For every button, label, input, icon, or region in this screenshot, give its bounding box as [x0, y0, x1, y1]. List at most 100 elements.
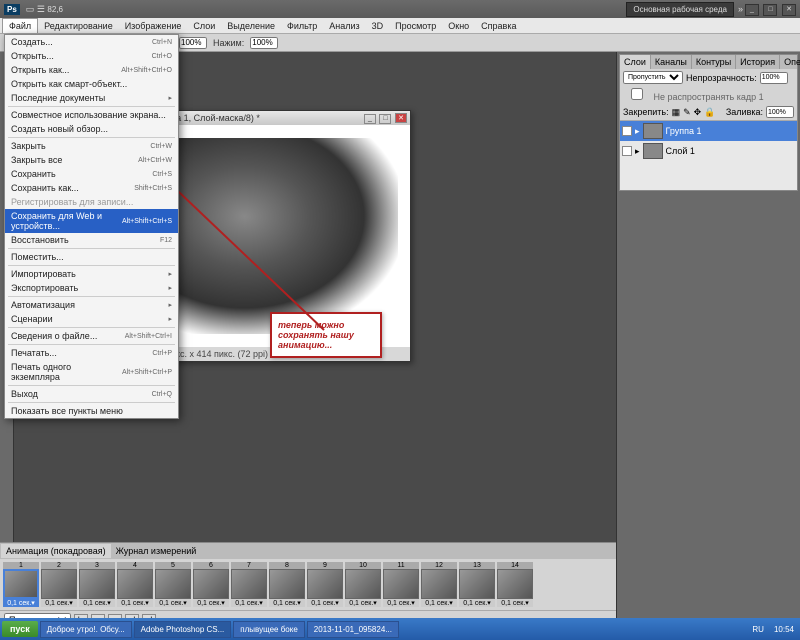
lock-label: Закрепить:: [623, 107, 669, 117]
layer-list[interactable]: ▸ Группа 1 ▸ Слой 1: [620, 120, 797, 190]
menu-Файл[interactable]: Файл: [2, 18, 38, 33]
close-button[interactable]: ✕: [782, 4, 796, 16]
lock-icon[interactable]: ▦: [672, 107, 681, 118]
anim-frame[interactable]: 140,1 сек.▾: [497, 562, 533, 607]
doc-minimize[interactable]: _: [364, 114, 376, 124]
menu-Редактирование[interactable]: Редактирование: [38, 19, 119, 33]
menu-item[interactable]: ВосстановитьF12: [5, 233, 178, 247]
zoom-value[interactable]: 82,6: [47, 5, 63, 14]
layer-row[interactable]: ▸ Слой 1: [620, 141, 797, 161]
lock-icon[interactable]: ✥: [694, 107, 702, 118]
anim-tab-frames[interactable]: Анимация (покадровая): [1, 544, 111, 558]
menu-item[interactable]: Показать все пункты меню: [5, 404, 178, 418]
menu-Анализ[interactable]: Анализ: [323, 19, 365, 33]
anim-frame[interactable]: 100,1 сек.▾: [345, 562, 381, 607]
menu-Фильтр[interactable]: Фильтр: [281, 19, 323, 33]
clock[interactable]: 10:54: [770, 625, 798, 634]
menu-Окно[interactable]: Окно: [442, 19, 475, 33]
menu-item[interactable]: Совместное использование экрана...: [5, 108, 178, 122]
anim-tabs[interactable]: Анимация (покадровая) Журнал измерений: [0, 543, 616, 559]
menu-item[interactable]: Сохранить как...Shift+Ctrl+S: [5, 181, 178, 195]
anim-frame[interactable]: 90,1 сек.▾: [307, 562, 343, 607]
lock-icon[interactable]: ✎: [683, 107, 691, 118]
anim-frame[interactable]: 80,1 сек.▾: [269, 562, 305, 607]
menu-Просмотр[interactable]: Просмотр: [389, 19, 442, 33]
fill-input[interactable]: [766, 106, 794, 118]
minimize-button[interactable]: _: [745, 4, 759, 16]
opacity-input[interactable]: [179, 37, 207, 49]
lock-icon[interactable]: 🔒: [704, 107, 715, 118]
menu-item[interactable]: Автоматизация▸: [5, 298, 178, 312]
panel-tab[interactable]: Операции: [780, 55, 800, 69]
anim-frame[interactable]: 70,1 сек.▾: [231, 562, 267, 607]
task-button[interactable]: Adobe Photoshop CS...: [134, 621, 232, 638]
panel-tab[interactable]: Слои: [620, 55, 651, 69]
layers-panel: СлоиКаналыКонтурыИсторияОперации Пропуст…: [619, 54, 798, 191]
layer-name[interactable]: Группа 1: [666, 126, 702, 136]
menu-item[interactable]: Импортировать▸: [5, 267, 178, 281]
menu-item[interactable]: Печатать...Ctrl+P: [5, 346, 178, 360]
start-button[interactable]: пуск: [2, 621, 38, 637]
anim-frame[interactable]: 130,1 сек.▾: [459, 562, 495, 607]
layer-row[interactable]: ▸ Группа 1: [620, 121, 797, 141]
visibility-icon[interactable]: [622, 126, 632, 136]
panel-tab[interactable]: Контуры: [692, 55, 736, 69]
layer-thumb[interactable]: [643, 143, 663, 159]
panel-tabs[interactable]: СлоиКаналыКонтурыИсторияОперации: [620, 55, 797, 69]
panel-tab[interactable]: Каналы: [651, 55, 692, 69]
layer-thumb[interactable]: [643, 123, 663, 139]
lang-indicator[interactable]: RU: [748, 625, 768, 634]
fill-label: Заливка:: [726, 107, 763, 117]
menu-item[interactable]: Поместить...: [5, 250, 178, 264]
layer-name[interactable]: Слой 1: [666, 146, 695, 156]
propagate-checkbox[interactable]: Не распространять кадр 1: [623, 88, 764, 102]
task-button[interactable]: Доброе утро!. Обсу...: [40, 621, 132, 638]
visibility-icon[interactable]: [622, 146, 632, 156]
menubar: ФайлРедактированиеИзображениеСлоиВыделен…: [0, 18, 800, 34]
toolbar-icon[interactable]: ▭: [26, 4, 35, 15]
menu-item[interactable]: Сохранить для Web и устройств...Alt+Shif…: [5, 209, 178, 233]
anim-tab-log[interactable]: Журнал измерений: [111, 544, 202, 558]
doc-close[interactable]: ✕: [395, 113, 407, 123]
doc-maximize[interactable]: □: [379, 114, 391, 124]
menu-item[interactable]: СохранитьCtrl+S: [5, 167, 178, 181]
expand-icon[interactable]: ▸: [635, 146, 640, 157]
menu-Слои[interactable]: Слои: [187, 19, 221, 33]
menu-Выделение[interactable]: Выделение: [221, 19, 281, 33]
flow-input[interactable]: [250, 37, 278, 49]
menu-item[interactable]: Сценарии▸: [5, 312, 178, 326]
expand-icon[interactable]: ▸: [635, 126, 640, 137]
task-button[interactable]: 2013-11-01_095824...: [307, 621, 399, 638]
anim-frame[interactable]: 40,1 сек.▾: [117, 562, 153, 607]
menu-item[interactable]: ВыходCtrl+Q: [5, 387, 178, 401]
menu-item[interactable]: Открыть...Ctrl+O: [5, 49, 178, 63]
menu-item[interactable]: Печать одного экземпляраAlt+Shift+Ctrl+P: [5, 360, 178, 384]
menu-item[interactable]: Закрыть всеAlt+Ctrl+W: [5, 153, 178, 167]
anim-frame[interactable]: 110,1 сек.▾: [383, 562, 419, 607]
menu-item[interactable]: Экспортировать▸: [5, 281, 178, 295]
anim-frame[interactable]: 50,1 сек.▾: [155, 562, 191, 607]
menu-3D[interactable]: 3D: [366, 19, 390, 33]
menu-item[interactable]: Сведения о файле...Alt+Shift+Ctrl+I: [5, 329, 178, 343]
anim-frame[interactable]: 120,1 сек.▾: [421, 562, 457, 607]
workspace-selector[interactable]: Основная рабочая среда: [626, 2, 734, 17]
layer-opacity-input[interactable]: [760, 72, 788, 84]
menu-item[interactable]: Создать новый обзор...: [5, 122, 178, 136]
menu-item[interactable]: ЗакрытьCtrl+W: [5, 139, 178, 153]
menu-Справка[interactable]: Справка: [475, 19, 522, 33]
frame-strip[interactable]: 10,1 сек.▾20,1 сек.▾30,1 сек.▾40,1 сек.▾…: [0, 559, 616, 610]
toolbar-icon[interactable]: ☰: [37, 4, 45, 15]
menu-item[interactable]: Открыть как смарт-объект...: [5, 77, 178, 91]
menu-item[interactable]: Открыть как...Alt+Shift+Ctrl+O: [5, 63, 178, 77]
menu-item[interactable]: Создать...Ctrl+N: [5, 35, 178, 49]
anim-frame[interactable]: 30,1 сек.▾: [79, 562, 115, 607]
maximize-button[interactable]: □: [763, 4, 777, 16]
blend-mode-select[interactable]: Пропустить: [623, 71, 683, 84]
anim-frame[interactable]: 60,1 сек.▾: [193, 562, 229, 607]
anim-frame[interactable]: 10,1 сек.▾: [3, 562, 39, 607]
task-button[interactable]: плывущее боке: [233, 621, 305, 638]
menu-item[interactable]: Последние документы▸: [5, 91, 178, 105]
anim-frame[interactable]: 20,1 сек.▾: [41, 562, 77, 607]
panel-tab[interactable]: История: [736, 55, 780, 69]
menu-Изображение[interactable]: Изображение: [119, 19, 188, 33]
